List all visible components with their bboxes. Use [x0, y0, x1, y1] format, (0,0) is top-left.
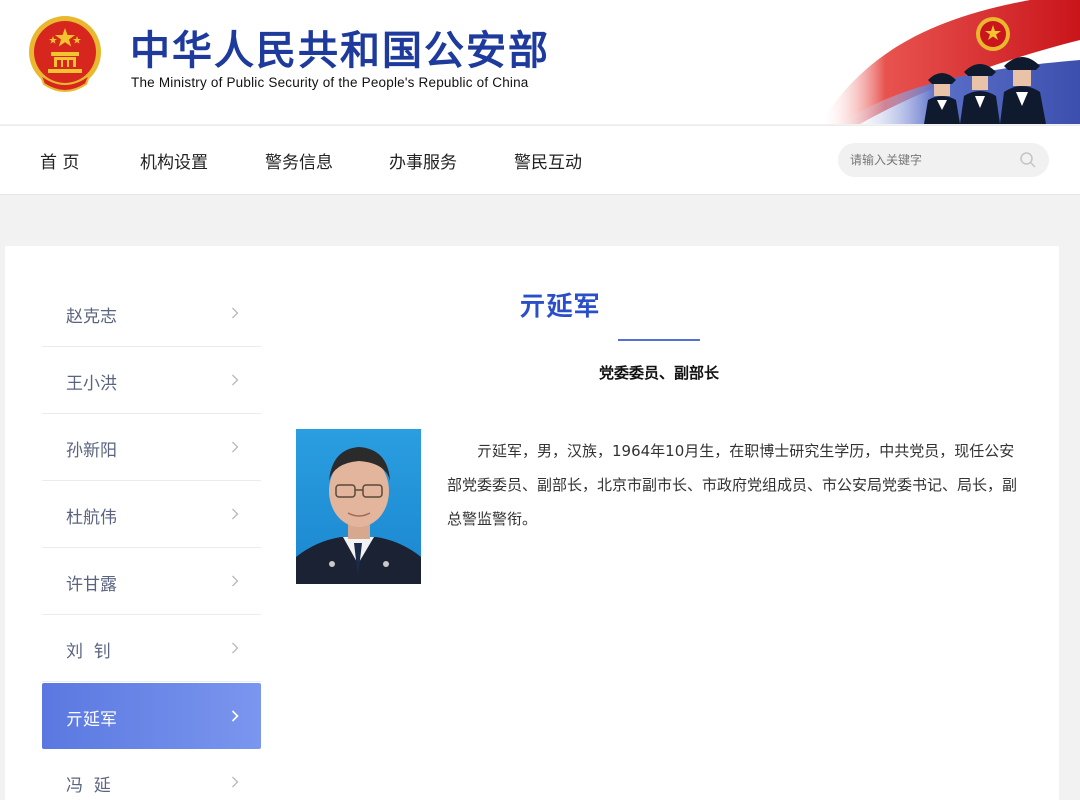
sidebar-item-du-hangwei[interactable]: 杜航伟 — [42, 481, 261, 548]
nav-item-services[interactable]: 办事服务 — [389, 148, 457, 173]
search-icon[interactable] — [1019, 151, 1037, 169]
chevron-right-icon — [232, 642, 239, 654]
profile-bio: 亓延军，男，汉族，1964年10月生，在职博士研究生学历，中共党员，现任公安部党… — [447, 442, 1018, 528]
sidebar-item-label: 杜航伟 — [66, 508, 117, 528]
nav-item-police-info[interactable]: 警务信息 — [265, 148, 333, 173]
main-nav: 首 页 机构设置 警务信息 办事服务 警民互动 — [0, 125, 1080, 195]
sidebar-item-label: 赵克志 — [66, 307, 117, 327]
leader-sidebar: 赵克志 王小洪 孙新阳 杜航伟 许甘露 刘 钊 亓延军 冯 延 — [42, 280, 261, 800]
main-content-card: 赵克志 王小洪 孙新阳 杜航伟 许甘露 刘 钊 亓延军 冯 延 亓延军 党委委员… — [5, 246, 1059, 800]
chevron-right-icon — [231, 710, 239, 722]
sidebar-item-label: 冯 延 — [66, 776, 111, 796]
flag-police-banner — [820, 0, 1080, 124]
sidebar-item-qi-yanjun[interactable]: 亓延军 — [42, 683, 261, 749]
nav-item-organization[interactable]: 机构设置 — [140, 148, 208, 173]
nav-item-interaction[interactable]: 警民互动 — [514, 148, 582, 173]
site-title-chinese: 中华人民共和国公安部 — [130, 28, 550, 74]
chevron-right-icon — [232, 374, 239, 386]
chevron-right-icon — [232, 508, 239, 520]
profile-portrait — [296, 429, 421, 584]
title-underline — [618, 339, 700, 341]
chevron-right-icon — [232, 441, 239, 453]
sidebar-item-xu-ganlu[interactable]: 许甘露 — [42, 548, 261, 615]
chevron-right-icon — [232, 776, 239, 788]
profile-role: 党委委员、副部长 — [598, 364, 719, 382]
sidebar-item-sun-xinyang[interactable]: 孙新阳 — [42, 414, 261, 481]
sidebar-item-wang-xiaohong[interactable]: 王小洪 — [42, 347, 261, 414]
sidebar-item-zhao-kezhi[interactable]: 赵克志 — [42, 280, 261, 347]
chevron-right-icon — [232, 575, 239, 587]
site-header: 中华人民共和国公安部 The Ministry of Public Securi… — [0, 0, 1080, 124]
search-input[interactable] — [850, 143, 1015, 177]
national-emblem-icon[interactable] — [26, 14, 104, 96]
search-box — [838, 143, 1049, 177]
sidebar-item-label: 孙新阳 — [66, 441, 117, 461]
nav-item-home[interactable]: 首 页 — [40, 148, 79, 173]
sidebar-item-liu-zhao[interactable]: 刘 钊 — [42, 615, 261, 682]
sidebar-item-label: 许甘露 — [66, 575, 117, 595]
site-title-english: The Ministry of Public Security of the P… — [131, 75, 529, 90]
sidebar-item-label: 刘 钊 — [66, 642, 111, 662]
sidebar-item-label: 亓延军 — [66, 710, 117, 730]
chevron-right-icon — [232, 307, 239, 319]
sidebar-item-label: 王小洪 — [66, 374, 117, 394]
profile-name: 亓延军 — [519, 292, 601, 322]
sidebar-item-feng-yan[interactable]: 冯 延 — [42, 749, 261, 800]
